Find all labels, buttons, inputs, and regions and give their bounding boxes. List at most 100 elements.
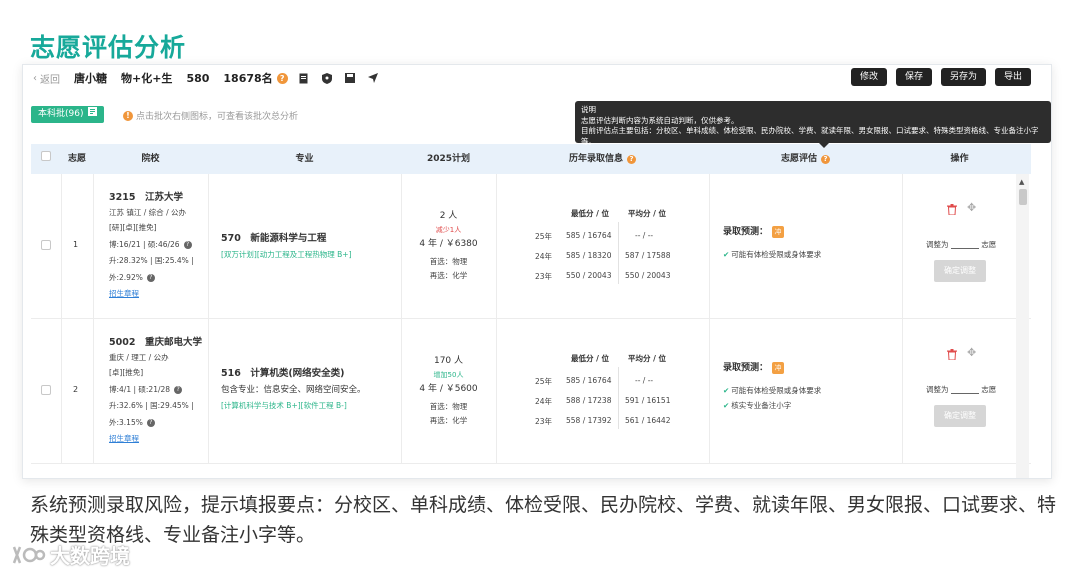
confirm-adjust-button[interactable]: 确定调整 <box>934 405 986 427</box>
evaluation-help-icon[interactable]: ? <box>821 155 830 164</box>
header-evaluation: 志愿评估? <box>709 144 902 174</box>
check-icon: ✔ <box>723 386 730 395</box>
help-icon[interactable]: ? <box>146 274 155 282</box>
drag-handle-icon[interactable]: ✥ <box>967 201 976 214</box>
admission-rules-link[interactable]: 招生章程 <box>109 433 139 444</box>
score: 580 <box>186 71 210 85</box>
plan-count: 170 人 <box>433 356 464 366</box>
history-year: 25年 <box>535 377 553 386</box>
drag-handle-icon[interactable]: ✥ <box>967 346 976 359</box>
check-icon: ✔ <box>723 250 730 259</box>
evaluation-note: ✔ 核实专业备注小字 <box>723 400 791 411</box>
export-button[interactable]: 导出 <box>994 68 1031 86</box>
rank: 18678名 <box>223 72 273 85</box>
batch-hint: ! 点击批次右侧图标，可查看该批次总分析 <box>123 109 298 122</box>
top-bar: ‹ 返回 唐小糖 物+化+生 580 18678名 ? 修改 保存 另存为 导出 <box>23 65 1051 91</box>
row-checkbox[interactable] <box>41 240 51 252</box>
adjust-suffix: 志愿 <box>981 385 997 394</box>
batch-tab[interactable]: 本科批(96) <box>31 106 105 123</box>
help-icon[interactable]: ? <box>183 241 192 249</box>
school-stat-2: 升:28.32% | 国:25.4% | <box>109 256 194 265</box>
watermark-text: 大数跨境 <box>50 544 130 568</box>
save-as-button[interactable]: 另存为 <box>940 68 986 86</box>
adjust-order-input[interactable] <box>950 241 979 249</box>
row-order: 1 <box>73 240 79 249</box>
stat-3-text: 外:2.92% <box>109 273 143 282</box>
trash-icon[interactable] <box>947 204 957 217</box>
save-button[interactable]: 保存 <box>895 68 932 86</box>
plan-first-subject: 首选：物理 <box>429 402 468 411</box>
shield-icon[interactable] <box>320 71 334 85</box>
scrollbar-thumb[interactable] <box>1019 189 1027 205</box>
adjust-to: 调整为 志愿 <box>926 384 996 395</box>
history-low: 550 / 20043 <box>566 271 612 280</box>
adjust-to: 调整为 志愿 <box>926 239 996 250</box>
batch-label: 本科批(96) <box>38 109 84 119</box>
send-icon[interactable] <box>366 71 380 85</box>
history-year: 25年 <box>535 232 553 241</box>
forecast-label: 录取预测： <box>723 363 769 373</box>
note-text: 可能有体检受限或身体要求 <box>731 250 822 259</box>
history-avg-header: 平均分 / 位 <box>628 209 666 218</box>
history-help-icon[interactable]: ? <box>627 155 636 164</box>
toolbar-buttons: 修改 保存 另存为 导出 <box>850 68 1031 86</box>
major-desc: 包含专业：信息安全、网络空间安全。 <box>221 385 366 395</box>
history-low-header: 最低分 / 位 <box>571 354 609 363</box>
trash-icon[interactable] <box>947 349 957 362</box>
forecast-badge: 冲 <box>772 361 785 374</box>
school-stat-2: 升:32.6% | 国:29.45% | <box>109 401 194 410</box>
header-evaluation-label: 志愿评估 <box>780 154 817 164</box>
history-avg: 550 / 20043 <box>625 271 671 280</box>
help-icon[interactable]: ? <box>276 72 288 84</box>
confirm-adjust-button[interactable]: 确定调整 <box>934 260 986 282</box>
history-year: 24年 <box>535 397 553 406</box>
adjust-order-input[interactable] <box>950 386 979 394</box>
history-year: 23年 <box>535 272 553 281</box>
admission-forecast: 录取预测：冲 <box>723 360 785 374</box>
school-stat-1: 博:16/21 | 硕:46/26? <box>109 239 192 250</box>
header-history-label: 历年录取信息 <box>568 154 623 164</box>
admission-forecast: 录取预测：冲 <box>723 224 785 238</box>
analysis-icon[interactable] <box>88 106 98 123</box>
plan-duration-fee: 4 年 / ￥6380 <box>419 239 478 249</box>
admission-rules-link[interactable]: 招生章程 <box>109 288 139 299</box>
tooltip-line-1: 志愿评估判断内容为系统自动判断，仅供参考。 <box>581 115 739 125</box>
table-row: 2 5002 重庆邮电大学 重庆 / 理工 / 公办 [卓][推免] 博:4/1… <box>31 319 1031 464</box>
save-box-icon[interactable] <box>343 71 357 85</box>
stat-1-text: 博:4/1 | 硕:21/28 <box>109 385 171 394</box>
help-icon[interactable]: ? <box>146 419 155 427</box>
history-avg: -- / -- <box>635 376 654 385</box>
student-name: 唐小糖 <box>74 72 107 85</box>
back-label: 返回 <box>40 74 60 86</box>
document-icon[interactable] <box>297 71 311 85</box>
chevron-left-icon: ‹ <box>33 72 37 84</box>
history-low: 585 / 16764 <box>566 231 612 240</box>
row-checkbox[interactable] <box>41 385 51 397</box>
school-tags: [卓][推免] <box>109 368 144 377</box>
history-low: 558 / 17392 <box>566 416 612 425</box>
select-all-checkbox[interactable] <box>31 144 61 174</box>
help-icon[interactable]: ? <box>174 386 183 394</box>
tooltip-title: 说明 <box>581 105 596 114</box>
evaluation-tooltip: 说明 志愿评估判断内容为系统自动判断，仅供参考。 目前评估点主要包括：分校区、单… <box>575 101 1051 148</box>
stat-3-text: 外:3.15% <box>109 418 143 427</box>
scrollbar[interactable] <box>1016 174 1029 478</box>
plan-second-subject: 再选：化学 <box>429 271 468 280</box>
major-tags: [双万计划][动力工程及工程热物理 B+] <box>221 250 352 259</box>
tooltip-line-2: 目前评估点主要包括：分校区、单科成绩、体检受限、民办院校、学费、就读年限、男女限… <box>581 126 1039 146</box>
scroll-up-icon[interactable]: ▲ <box>1019 178 1024 186</box>
evaluation-note: ✔ 可能有体检受限或身体要求 <box>723 249 821 260</box>
history-low: 585 / 16764 <box>566 376 612 385</box>
school-location: 江苏 镇江 / 综合 / 公办 <box>109 208 186 217</box>
batch-hint-text: 点击批次右侧图标，可查看该批次总分析 <box>136 112 299 122</box>
check-icon: ✔ <box>723 401 730 410</box>
back-button[interactable]: ‹ 返回 <box>33 71 60 86</box>
table-row: 1 3215 江苏大学 江苏 镇江 / 综合 / 公办 [研][卓][推免] 博… <box>31 174 1031 319</box>
watermark: 大数跨境 <box>10 540 130 569</box>
info-icon: ! <box>123 110 133 121</box>
history-avg-header: 平均分 / 位 <box>628 354 666 363</box>
school-tags: [研][卓][推免] <box>109 223 157 232</box>
edit-button[interactable]: 修改 <box>850 68 887 86</box>
header-school: 院校 <box>141 154 160 164</box>
history-low-header: 最低分 / 位 <box>571 209 609 218</box>
